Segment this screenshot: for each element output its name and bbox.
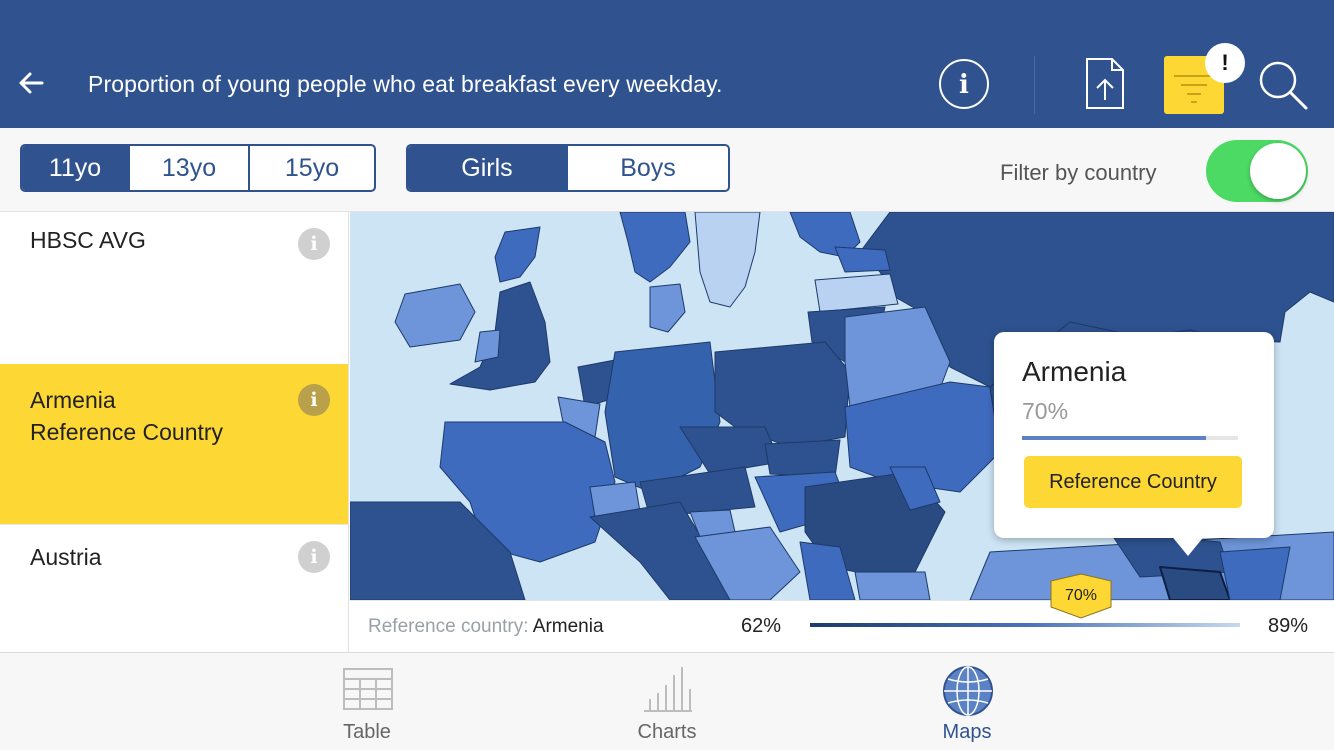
info-icon[interactable]: i — [298, 228, 330, 260]
legend-marker-label: 70% — [1065, 587, 1097, 604]
map-region-ireland — [394, 283, 476, 348]
gender-option-boys[interactable]: Boys — [568, 146, 728, 190]
list-item-name: Austria — [30, 544, 102, 570]
toggle-knob — [1250, 143, 1306, 199]
tooltip-value-bar — [1022, 436, 1238, 440]
back-button[interactable] — [14, 66, 48, 100]
map-region-norway — [619, 212, 691, 283]
legend-reference-label: Reference country: Armenia — [368, 616, 604, 638]
list-item-name: HBSC AVG — [30, 227, 146, 253]
list-item-subtitle: Reference Country — [30, 419, 224, 445]
tab-label: Table — [343, 721, 391, 743]
map-region-denmark — [649, 283, 686, 333]
map-region-latvia — [814, 273, 899, 313]
share-button[interactable] — [1082, 56, 1128, 112]
table-icon — [343, 668, 393, 710]
back-arrow-icon — [19, 72, 44, 94]
map-legend: Reference country: Armenia 62% 70% 89% — [350, 573, 1334, 652]
legend-max-value: 89% — [1268, 615, 1309, 637]
tooltip-value: 70% — [1022, 398, 1069, 424]
tab-table[interactable]: Table — [297, 653, 437, 750]
marker-tag-icon: 70% — [1050, 573, 1112, 619]
reference-country-button[interactable]: Reference Country — [1024, 456, 1242, 508]
age-option-15yo[interactable]: 15yo — [250, 146, 374, 190]
map-region-scotland — [494, 226, 541, 283]
share-icon — [1086, 58, 1124, 109]
filter-bar: 11yo 13yo 15yo Girls Boys Filter by coun… — [0, 128, 1334, 212]
age-option-13yo[interactable]: 13yo — [130, 146, 250, 190]
legend-reference-prefix: Reference country: — [368, 616, 529, 637]
search-icon — [1259, 61, 1308, 110]
svg-text:i: i — [959, 70, 969, 100]
map-region-germany — [604, 341, 721, 493]
info-icon[interactable]: i — [298, 541, 330, 573]
age-option-11yo[interactable]: 11yo — [22, 146, 130, 190]
tab-label: Maps — [942, 721, 992, 743]
tooltip-pointer — [1170, 534, 1206, 556]
map-region-estonia — [834, 246, 891, 273]
info-icon[interactable]: i — [298, 384, 330, 416]
country-list[interactable]: HBSC AVG i Armenia Reference Country i A… — [0, 212, 349, 652]
page-title: Proportion of young people who eat break… — [88, 71, 723, 97]
legend-min-value: 62% — [741, 615, 782, 637]
tooltip-value-bar-fill — [1022, 436, 1206, 440]
list-item-title: Armenia — [30, 387, 116, 413]
tab-charts[interactable]: Charts — [597, 653, 737, 750]
legend-gradient-bar — [810, 623, 1240, 627]
list-item[interactable]: Armenia Reference Country i — [0, 364, 348, 524]
bottom-tab-bar: Table Charts Maps — [0, 652, 1334, 750]
info-icon: i — [939, 59, 989, 109]
info-button[interactable]: i — [938, 58, 990, 110]
map-region-wales — [474, 329, 501, 363]
map-region-bulgaria — [854, 571, 931, 600]
map-region-azerbaijan — [1219, 546, 1291, 600]
country-tooltip: Armenia 70% Reference Country — [994, 332, 1274, 538]
map-region-sweden — [694, 212, 761, 308]
tab-maps[interactable]: Maps — [897, 653, 1037, 750]
list-item[interactable]: HBSC AVG i — [0, 212, 348, 364]
filter-by-country-toggle[interactable] — [1206, 140, 1308, 202]
tab-label: Charts — [637, 721, 697, 743]
age-segmented-control: 11yo 13yo 15yo — [20, 144, 376, 192]
gender-segmented-control: Girls Boys — [406, 144, 730, 192]
legend-reference-country: Armenia — [532, 616, 604, 637]
list-item-name: Armenia Reference Country — [30, 384, 223, 448]
map-region-armenia — [1159, 566, 1231, 600]
search-button[interactable] — [1256, 58, 1312, 114]
filter-by-country-label: Filter by country — [1000, 160, 1157, 185]
map-region-slovakia — [764, 439, 841, 478]
globe-icon — [943, 666, 993, 716]
filter-alert-badge: ! — [1205, 43, 1245, 83]
header-divider — [1034, 56, 1035, 114]
tooltip-country-name: Armenia — [1022, 356, 1127, 387]
bar-chart-icon — [644, 667, 692, 712]
list-item[interactable]: Austria i — [0, 524, 348, 652]
gender-option-girls[interactable]: Girls — [408, 146, 568, 190]
legend-reference-marker: 70% — [1050, 573, 1112, 619]
app-header: Proportion of young people who eat break… — [0, 0, 1334, 128]
